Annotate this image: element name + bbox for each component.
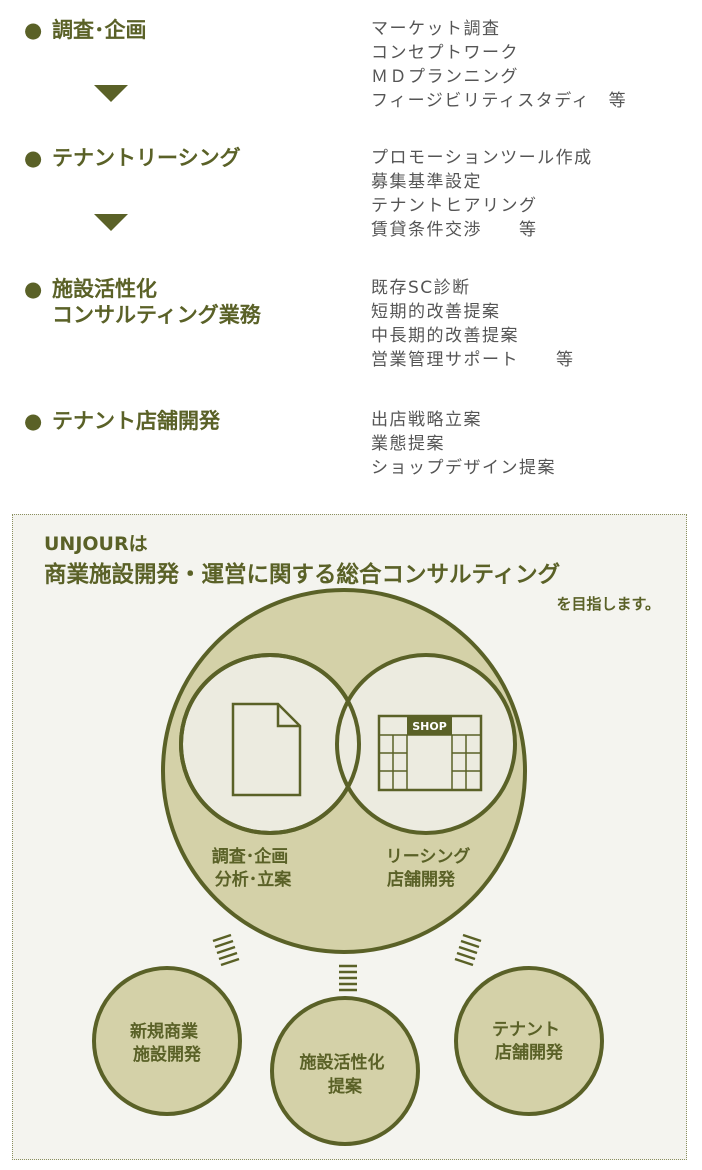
list-item: 営業管理サポート 等 xyxy=(371,350,575,370)
bottom-circle-store-dev xyxy=(454,966,604,1116)
service-title-line: 施設活性化 xyxy=(52,277,157,301)
list-item: 業態提案 xyxy=(371,434,445,454)
service-title-leasing: ● テナントリーシング xyxy=(24,145,241,171)
list-item: フィージビリティスタディ 等 xyxy=(371,91,628,111)
diagram-panel: UNJOURは 商業施設開発・運営に関する総合コンサルティング を目指します。 xyxy=(12,514,687,1160)
bullet-icon: ● xyxy=(24,18,43,42)
right-inner-circle xyxy=(335,653,517,835)
service-title-revitalization: ● 施設活性化 コンサルティング業務 xyxy=(24,276,261,328)
list-item: 賃貸条件交渉 等 xyxy=(371,220,538,240)
list-item: ショップデザイン提案 xyxy=(371,458,556,478)
shop-label: SHOP xyxy=(412,720,447,733)
service-title-store-dev: ● テナント店舗開発 xyxy=(24,408,220,434)
connector-right xyxy=(454,933,482,967)
bullet-icon: ● xyxy=(24,277,43,301)
service-title-line: テナント店舗開発 xyxy=(52,409,220,433)
connector-center xyxy=(339,964,357,992)
down-arrow-icon xyxy=(94,214,128,231)
list-item: 中長期的改善提案 xyxy=(371,326,519,346)
list-item: プロモーションツール作成 xyxy=(371,148,593,168)
service-title-line: コンサルティング業務 xyxy=(52,303,261,327)
service-title-research: ● 調査･企画 xyxy=(24,17,147,43)
service-items-revitalization: 既存SC診断 短期的改善提案 中長期的改善提案 営業管理サポート 等 xyxy=(371,276,575,372)
service-items-leasing: プロモーションツール作成 募集基準設定 テナントヒアリング 賃貸条件交渉 等 xyxy=(371,146,593,242)
bullet-icon: ● xyxy=(24,409,43,433)
list-item: コンセプトワーク xyxy=(371,43,519,63)
list-item: 出店戦略立案 xyxy=(371,410,482,430)
list-item: ＭＤプランニング xyxy=(371,67,519,87)
list-item: 既存SC診断 xyxy=(371,278,471,298)
down-arrow-icon xyxy=(94,85,128,102)
list-item: 募集基準設定 xyxy=(371,172,482,192)
list-item: 短期的改善提案 xyxy=(371,302,501,322)
bullet-icon: ● xyxy=(24,146,43,170)
list-item: テナントヒアリング xyxy=(371,196,538,216)
service-items-research: マーケット調査 コンセプトワーク ＭＤプランニング フィージビリティスタディ 等 xyxy=(371,17,627,113)
service-title-line: 調査･企画 xyxy=(52,18,147,42)
consulting-diagram: SHOP 調査･企画 分析･立案 リーシング 店舗開発 新規商業 施設開発 施設… xyxy=(92,588,604,1146)
list-item: マーケット調査 xyxy=(371,19,501,39)
service-title-line: テナントリーシング xyxy=(52,146,241,170)
connector-left xyxy=(212,933,240,967)
service-items-store-dev: 出店戦略立案 業態提案 ショップデザイン提案 xyxy=(371,408,556,480)
